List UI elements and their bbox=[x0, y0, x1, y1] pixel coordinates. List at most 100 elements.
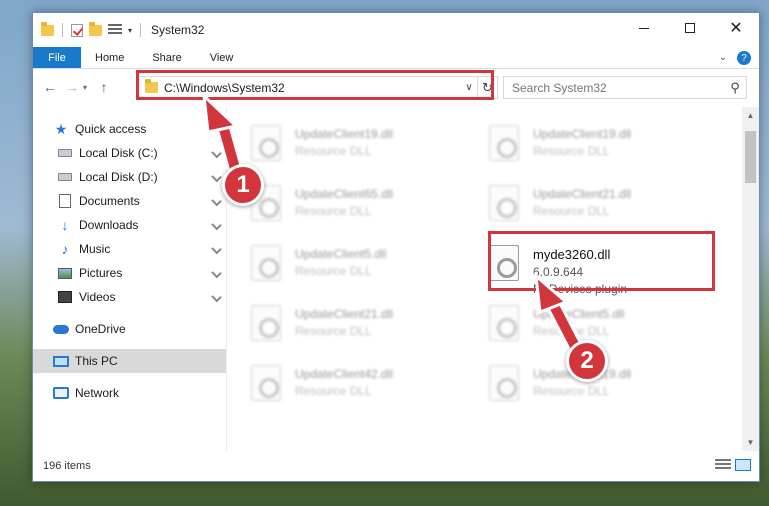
ribbon-tabs: File Home Share View ⌄ ? bbox=[33, 47, 759, 69]
separator bbox=[140, 23, 142, 37]
sidebar-item-network[interactable]: Network bbox=[33, 381, 226, 405]
customize-dropdown-icon[interactable]: ▾ bbox=[128, 26, 132, 35]
maximize-button[interactable] bbox=[667, 13, 713, 43]
window-controls: ✕ bbox=[621, 13, 759, 43]
downloads-icon: ↓ bbox=[61, 217, 69, 233]
file-name: UpdateClient19.dll bbox=[295, 127, 394, 141]
dll-file-icon bbox=[489, 365, 519, 401]
search-input[interactable] bbox=[512, 80, 724, 95]
file-item[interactable]: UpdateClient19.dll Resource DLL bbox=[489, 125, 727, 185]
status-bar: 196 items bbox=[33, 451, 759, 481]
callout-badge-1: 1 bbox=[222, 164, 264, 206]
tab-view[interactable]: View bbox=[196, 47, 248, 68]
close-button[interactable]: ✕ bbox=[713, 13, 759, 43]
search-icon[interactable]: ⚲ bbox=[724, 80, 746, 96]
file-item[interactable]: UpdateClient21.dll Resource DLL bbox=[489, 185, 727, 245]
file-description: Resource DLL bbox=[295, 384, 372, 398]
sidebar-item-local-disk-c[interactable]: Local Disk (C:) bbox=[33, 141, 226, 165]
sidebar-item-music[interactable]: ♪ Music bbox=[33, 237, 226, 261]
file-name: UpdateClient5.dll bbox=[295, 247, 387, 261]
pictures-icon bbox=[57, 265, 73, 281]
pin-icon bbox=[211, 243, 222, 255]
sidebar-item-label: Documents bbox=[79, 194, 140, 208]
computer-icon bbox=[53, 353, 69, 369]
file-item[interactable]: UpdateClient5.dll Resource DLL bbox=[251, 245, 489, 305]
file-item[interactable]: UpdateClient5.dll Resource DLL bbox=[489, 305, 727, 365]
pin-icon bbox=[211, 171, 222, 183]
sidebar-item-onedrive[interactable]: OneDrive bbox=[33, 317, 226, 341]
chevron-down-icon[interactable]: ⌄ bbox=[709, 47, 737, 68]
sidebar-item-this-pc[interactable]: This PC bbox=[33, 349, 226, 373]
recent-locations-dropdown[interactable]: ▾ bbox=[83, 83, 93, 92]
tab-home[interactable]: Home bbox=[81, 47, 138, 68]
dll-file-icon bbox=[251, 125, 281, 161]
file-item[interactable]: UpdateClient21.dll Resource DLL bbox=[251, 305, 489, 365]
sidebar-item-label: This PC bbox=[75, 354, 118, 368]
quick-access-toolbar: ▾ bbox=[33, 21, 143, 37]
pin-icon bbox=[211, 195, 222, 207]
tab-share[interactable]: Share bbox=[138, 47, 195, 68]
file-item-myde3260[interactable]: myde3260.dll 6.0.9.644 MyDevices plugin bbox=[489, 245, 727, 305]
file-item[interactable]: UpdateClient19.dll Resource DLL bbox=[251, 125, 489, 185]
file-description: Resource DLL bbox=[295, 204, 372, 218]
refresh-icon[interactable]: ↻ bbox=[477, 77, 497, 98]
item-count: 196 items bbox=[43, 460, 91, 472]
file-description: Resource DLL bbox=[533, 144, 610, 158]
ribbon-spacer bbox=[247, 47, 709, 68]
file-item[interactable]: UpdateClient42.dll Resource DLL bbox=[251, 365, 489, 425]
vertical-scrollbar[interactable]: ▲ ▼ bbox=[742, 107, 759, 451]
sidebar-item-pictures[interactable]: Pictures bbox=[33, 261, 226, 285]
properties-check-icon[interactable] bbox=[71, 23, 83, 37]
tab-file[interactable]: File bbox=[33, 47, 81, 68]
scroll-up-icon[interactable]: ▲ bbox=[742, 107, 759, 124]
sidebar-item-videos[interactable]: Videos bbox=[33, 285, 226, 309]
forward-button[interactable]: → bbox=[61, 76, 83, 98]
scroll-down-icon[interactable]: ▼ bbox=[742, 434, 759, 451]
dll-file-icon bbox=[251, 305, 281, 341]
disk-icon bbox=[57, 169, 73, 185]
address-bar[interactable]: C:\Windows\System32 ∨ ↻ bbox=[138, 76, 498, 99]
address-dropdown-icon[interactable]: ∨ bbox=[461, 82, 477, 93]
folder-icon[interactable] bbox=[41, 21, 54, 36]
dll-file-icon bbox=[489, 185, 519, 221]
details-view-icon[interactable] bbox=[715, 459, 731, 471]
documents-icon bbox=[57, 193, 73, 209]
file-name: UpdateClient21.dll bbox=[533, 187, 632, 201]
navigation-pane: ★ Quick access Local Disk (C:) Local Dis… bbox=[33, 107, 227, 451]
folder-icon bbox=[145, 79, 158, 93]
help-icon[interactable]: ? bbox=[737, 51, 751, 65]
main-area: ★ Quick access Local Disk (C:) Local Dis… bbox=[33, 107, 759, 451]
address-text[interactable]: C:\Windows\System32 bbox=[164, 81, 461, 95]
sidebar-item-label: Pictures bbox=[79, 266, 123, 280]
tiles-view-icon[interactable] bbox=[735, 459, 751, 471]
scroll-thumb[interactable] bbox=[745, 131, 756, 183]
file-item[interactable]: UpdateClient19.dll Resource DLL bbox=[489, 365, 727, 425]
file-name: UpdateClient42.dll bbox=[295, 367, 394, 381]
file-grid: UpdateClient19.dll Resource DLL UpdateCl… bbox=[251, 125, 721, 445]
minimize-button[interactable] bbox=[621, 13, 667, 43]
up-button[interactable]: ↑ bbox=[93, 76, 115, 98]
file-description: Resource DLL bbox=[295, 324, 372, 338]
sidebar-item-documents[interactable]: Documents bbox=[33, 189, 226, 213]
cloud-icon bbox=[53, 321, 69, 337]
sidebar-item-downloads[interactable]: ↓ Downloads bbox=[33, 213, 226, 237]
properties-icon[interactable] bbox=[108, 24, 122, 36]
sidebar-item-label: Videos bbox=[79, 290, 116, 304]
music-icon: ♪ bbox=[61, 241, 69, 257]
sidebar-item-quick-access[interactable]: ★ Quick access bbox=[33, 117, 226, 141]
sidebar-item-local-disk-d[interactable]: Local Disk (D:) bbox=[33, 165, 226, 189]
file-item[interactable]: UpdateClient65.dll Resource DLL bbox=[251, 185, 489, 245]
view-buttons bbox=[715, 459, 751, 471]
file-version: 6.0.9.644 bbox=[533, 265, 584, 279]
new-folder-icon[interactable] bbox=[89, 21, 102, 36]
file-name: UpdateClient21.dll bbox=[295, 307, 394, 321]
file-name: UpdateClient19.dll bbox=[533, 127, 632, 141]
callout-badge-2: 2 bbox=[566, 340, 608, 382]
explorer-window: ▾ System32 ✕ File Home Share View ⌄ ? ← … bbox=[32, 12, 760, 482]
search-box[interactable]: ⚲ bbox=[503, 76, 747, 99]
back-button[interactable]: ← bbox=[39, 76, 61, 98]
pin-icon bbox=[211, 147, 222, 159]
